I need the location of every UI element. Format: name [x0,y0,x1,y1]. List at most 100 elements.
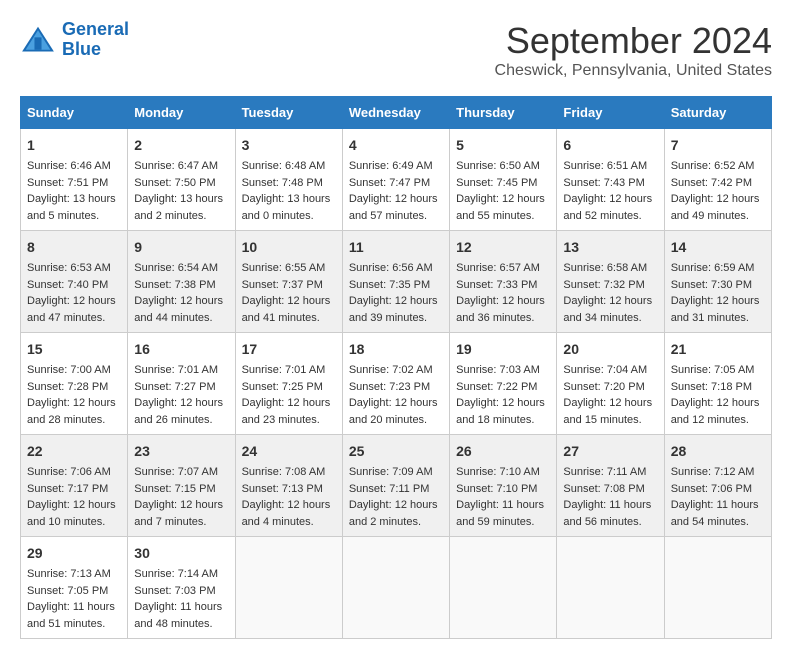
title-section: September 2024 Cheswick, Pennsylvania, U… [495,20,772,80]
logo: General Blue [20,20,129,60]
sunrise-text: Sunrise: 7:06 AM [27,464,121,481]
sunrise-text: Sunrise: 7:08 AM [242,464,336,481]
sunset-text: Sunset: 7:23 PM [349,379,443,396]
week-row-1: 1Sunrise: 6:46 AMSunset: 7:51 PMDaylight… [21,129,772,231]
calendar-cell: 17Sunrise: 7:01 AMSunset: 7:25 PMDayligh… [235,333,342,435]
calendar-cell: 28Sunrise: 7:12 AMSunset: 7:06 PMDayligh… [664,435,771,537]
sunset-text: Sunset: 7:08 PM [563,481,657,498]
calendar-cell: 1Sunrise: 6:46 AMSunset: 7:51 PMDaylight… [21,129,128,231]
sunrise-text: Sunrise: 6:55 AM [242,260,336,277]
calendar-table: SundayMondayTuesdayWednesdayThursdayFrid… [20,96,772,639]
week-row-3: 15Sunrise: 7:00 AMSunset: 7:28 PMDayligh… [21,333,772,435]
calendar-cell: 7Sunrise: 6:52 AMSunset: 7:42 PMDaylight… [664,129,771,231]
sunrise-text: Sunrise: 6:54 AM [134,260,228,277]
day-number: 23 [134,441,228,462]
sunset-text: Sunset: 7:35 PM [349,277,443,294]
sunrise-text: Sunrise: 7:01 AM [134,362,228,379]
daylight-text: Daylight: 13 hours and 5 minutes. [27,191,121,224]
calendar-cell: 21Sunrise: 7:05 AMSunset: 7:18 PMDayligh… [664,333,771,435]
sunset-text: Sunset: 7:42 PM [671,175,765,192]
day-number: 8 [27,237,121,258]
day-number: 28 [671,441,765,462]
sunset-text: Sunset: 7:10 PM [456,481,550,498]
sunset-text: Sunset: 7:22 PM [456,379,550,396]
calendar-cell: 30Sunrise: 7:14 AMSunset: 7:03 PMDayligh… [128,537,235,639]
calendar-cell: 23Sunrise: 7:07 AMSunset: 7:15 PMDayligh… [128,435,235,537]
calendar-cell [342,537,449,639]
sunset-text: Sunset: 7:40 PM [27,277,121,294]
daylight-text: Daylight: 11 hours and 48 minutes. [134,599,228,632]
page-header: General Blue September 2024 Cheswick, Pe… [20,20,772,80]
calendar-cell: 9Sunrise: 6:54 AMSunset: 7:38 PMDaylight… [128,231,235,333]
sunrise-text: Sunrise: 7:00 AM [27,362,121,379]
calendar-cell: 18Sunrise: 7:02 AMSunset: 7:23 PMDayligh… [342,333,449,435]
daylight-text: Daylight: 12 hours and 47 minutes. [27,293,121,326]
calendar-cell: 12Sunrise: 6:57 AMSunset: 7:33 PMDayligh… [450,231,557,333]
calendar-cell: 13Sunrise: 6:58 AMSunset: 7:32 PMDayligh… [557,231,664,333]
day-number: 17 [242,339,336,360]
sunrise-text: Sunrise: 7:13 AM [27,566,121,583]
sunrise-text: Sunrise: 6:48 AM [242,158,336,175]
daylight-text: Daylight: 12 hours and 12 minutes. [671,395,765,428]
sunrise-text: Sunrise: 7:07 AM [134,464,228,481]
day-number: 6 [563,135,657,156]
sunrise-text: Sunrise: 6:52 AM [671,158,765,175]
day-number: 22 [27,441,121,462]
day-header-wednesday: Wednesday [342,97,449,129]
sunset-text: Sunset: 7:48 PM [242,175,336,192]
daylight-text: Daylight: 12 hours and 7 minutes. [134,497,228,530]
daylight-text: Daylight: 13 hours and 0 minutes. [242,191,336,224]
day-header-thursday: Thursday [450,97,557,129]
calendar-cell: 19Sunrise: 7:03 AMSunset: 7:22 PMDayligh… [450,333,557,435]
location-title: Cheswick, Pennsylvania, United States [495,62,772,80]
sunset-text: Sunset: 7:28 PM [27,379,121,396]
day-number: 14 [671,237,765,258]
day-number: 7 [671,135,765,156]
daylight-text: Daylight: 13 hours and 2 minutes. [134,191,228,224]
calendar-cell [557,537,664,639]
calendar-cell: 11Sunrise: 6:56 AMSunset: 7:35 PMDayligh… [342,231,449,333]
sunrise-text: Sunrise: 6:49 AM [349,158,443,175]
day-header-tuesday: Tuesday [235,97,342,129]
calendar-cell: 8 Sunrise: 6:53 AMSunset: 7:40 PMDaylight… [21,231,128,333]
sunrise-text: Sunrise: 7:03 AM [456,362,550,379]
calendar-cell: 29Sunrise: 7:13 AMSunset: 7:05 PMDayligh… [21,537,128,639]
day-header-monday: Monday [128,97,235,129]
calendar-cell: 26Sunrise: 7:10 AMSunset: 7:10 PMDayligh… [450,435,557,537]
sunrise-text: Sunrise: 6:46 AM [27,158,121,175]
calendar-cell: 15Sunrise: 7:00 AMSunset: 7:28 PMDayligh… [21,333,128,435]
calendar-cell: 10Sunrise: 6:55 AMSunset: 7:37 PMDayligh… [235,231,342,333]
sunset-text: Sunset: 7:06 PM [671,481,765,498]
sunrise-text: Sunrise: 6:59 AM [671,260,765,277]
day-number: 2 [134,135,228,156]
sunrise-text: Sunrise: 7:02 AM [349,362,443,379]
sunset-text: Sunset: 7:51 PM [27,175,121,192]
day-number: 16 [134,339,228,360]
calendar-cell: 20Sunrise: 7:04 AMSunset: 7:20 PMDayligh… [557,333,664,435]
day-number: 9 [134,237,228,258]
daylight-text: Daylight: 12 hours and 36 minutes. [456,293,550,326]
sunset-text: Sunset: 7:30 PM [671,277,765,294]
day-number: 18 [349,339,443,360]
sunrise-text: Sunrise: 7:14 AM [134,566,228,583]
sunset-text: Sunset: 7:03 PM [134,583,228,600]
calendar-cell: 25Sunrise: 7:09 AMSunset: 7:11 PMDayligh… [342,435,449,537]
calendar-cell: 24Sunrise: 7:08 AMSunset: 7:13 PMDayligh… [235,435,342,537]
daylight-text: Daylight: 12 hours and 34 minutes. [563,293,657,326]
daylight-text: Daylight: 11 hours and 59 minutes. [456,497,550,530]
calendar-cell: 2Sunrise: 6:47 AMSunset: 7:50 PMDaylight… [128,129,235,231]
daylight-text: Daylight: 12 hours and 23 minutes. [242,395,336,428]
sunset-text: Sunset: 7:27 PM [134,379,228,396]
daylight-text: Daylight: 12 hours and 26 minutes. [134,395,228,428]
sunrise-text: Sunrise: 7:01 AM [242,362,336,379]
day-number: 12 [456,237,550,258]
sunset-text: Sunset: 7:11 PM [349,481,443,498]
header-row: SundayMondayTuesdayWednesdayThursdayFrid… [21,97,772,129]
sunset-text: Sunset: 7:47 PM [349,175,443,192]
week-row-5: 29Sunrise: 7:13 AMSunset: 7:05 PMDayligh… [21,537,772,639]
week-row-2: 8Sunrise: 6:53 AMSunset: 7:40 PMDaylight… [21,231,772,333]
day-number: 24 [242,441,336,462]
sunset-text: Sunset: 7:17 PM [27,481,121,498]
sunset-text: Sunset: 7:43 PM [563,175,657,192]
sunrise-text: Sunrise: 6:53 AM [27,260,121,277]
